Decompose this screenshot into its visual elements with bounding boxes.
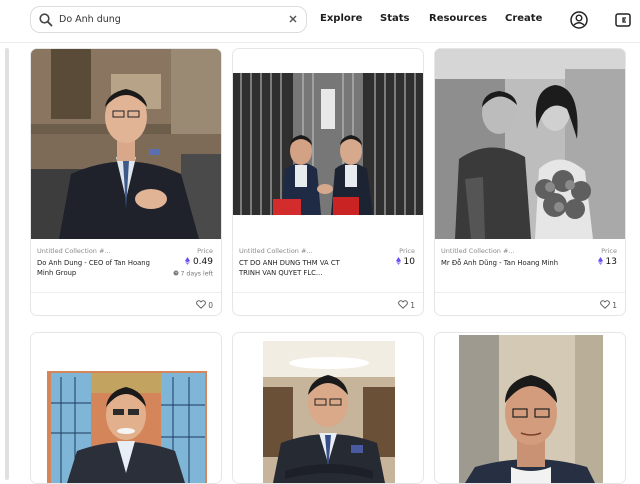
nft-price: 10 — [395, 257, 415, 267]
price-label: Price — [601, 247, 617, 255]
like-count: 0 — [208, 301, 213, 310]
nft-image — [233, 333, 423, 483]
card-footer: 0 — [31, 292, 221, 315]
card-footer: 1 — [435, 292, 625, 315]
account-icon[interactable] — [569, 10, 589, 30]
nft-card[interactable] — [232, 332, 424, 484]
like-count: 1 — [612, 301, 617, 310]
heart-icon — [600, 300, 611, 309]
time-left-text: 7 days left — [180, 270, 214, 278]
nft-image — [233, 49, 423, 239]
nft-image — [435, 333, 625, 483]
nft-card[interactable]: Untitled Collection #... Price Do Anh Du… — [30, 48, 222, 316]
nft-image — [435, 49, 625, 239]
ethereum-icon — [395, 257, 401, 265]
card-meta: Untitled Collection #... Price Mr Đỗ Anh… — [435, 245, 625, 291]
nft-card[interactable] — [434, 332, 626, 484]
clock-icon — [173, 270, 179, 276]
nft-price: 0.49 — [184, 257, 213, 267]
heart-icon — [398, 300, 409, 309]
scrollbar[interactable] — [5, 48, 9, 480]
nft-name[interactable]: CT DO ANH DUNG THM VA CT TRINH VAN QUYET… — [239, 258, 357, 278]
search-box[interactable] — [30, 6, 307, 33]
price-label: Price — [399, 247, 415, 255]
collection-name[interactable]: Untitled Collection #... — [37, 247, 111, 255]
like-button[interactable]: 1 — [398, 300, 415, 310]
price-value: 10 — [403, 257, 415, 267]
price-value: 13 — [605, 257, 617, 267]
collection-name[interactable]: Untitled Collection #... — [441, 247, 515, 255]
card-meta: Untitled Collection #... Price Do Anh Du… — [31, 245, 221, 291]
nft-card[interactable]: Untitled Collection #... Price CT DO ANH… — [232, 48, 424, 316]
close-icon[interactable] — [287, 13, 299, 25]
heart-icon — [196, 300, 207, 309]
collection-name[interactable]: Untitled Collection #... — [239, 247, 313, 255]
search-icon — [39, 13, 53, 27]
price-label: Price — [197, 247, 213, 255]
nav-explore[interactable]: Explore — [320, 13, 362, 24]
time-left: 7 days left — [173, 270, 213, 278]
nft-image — [31, 333, 221, 483]
nft-name[interactable]: Mr Đỗ Anh Dũng - Tan Hoang Minh — [441, 258, 559, 268]
search-input[interactable] — [59, 10, 284, 29]
card-meta: Untitled Collection #... Price CT DO ANH… — [233, 245, 423, 291]
like-count: 1 — [410, 301, 415, 310]
like-button[interactable]: 1 — [600, 300, 617, 310]
nft-card[interactable] — [30, 332, 222, 484]
nft-image — [31, 49, 221, 239]
nft-card[interactable]: Untitled Collection #... Price Mr Đỗ Anh… — [434, 48, 626, 316]
nft-price: 13 — [597, 257, 617, 267]
nav-resources[interactable]: Resources — [429, 13, 487, 24]
top-bar: Explore Stats Resources Create — [0, 0, 640, 43]
price-value: 0.49 — [192, 257, 213, 267]
ethereum-icon — [184, 257, 190, 265]
nft-name[interactable]: Do Anh Dung - CEO of Tan Hoang Minh Grou… — [37, 258, 155, 278]
card-footer: 1 — [233, 292, 423, 315]
ethereum-icon — [597, 257, 603, 265]
wallet-icon[interactable] — [613, 10, 633, 30]
nav-stats[interactable]: Stats — [380, 13, 409, 24]
nav-create[interactable]: Create — [505, 13, 542, 24]
like-button[interactable]: 0 — [196, 300, 213, 310]
